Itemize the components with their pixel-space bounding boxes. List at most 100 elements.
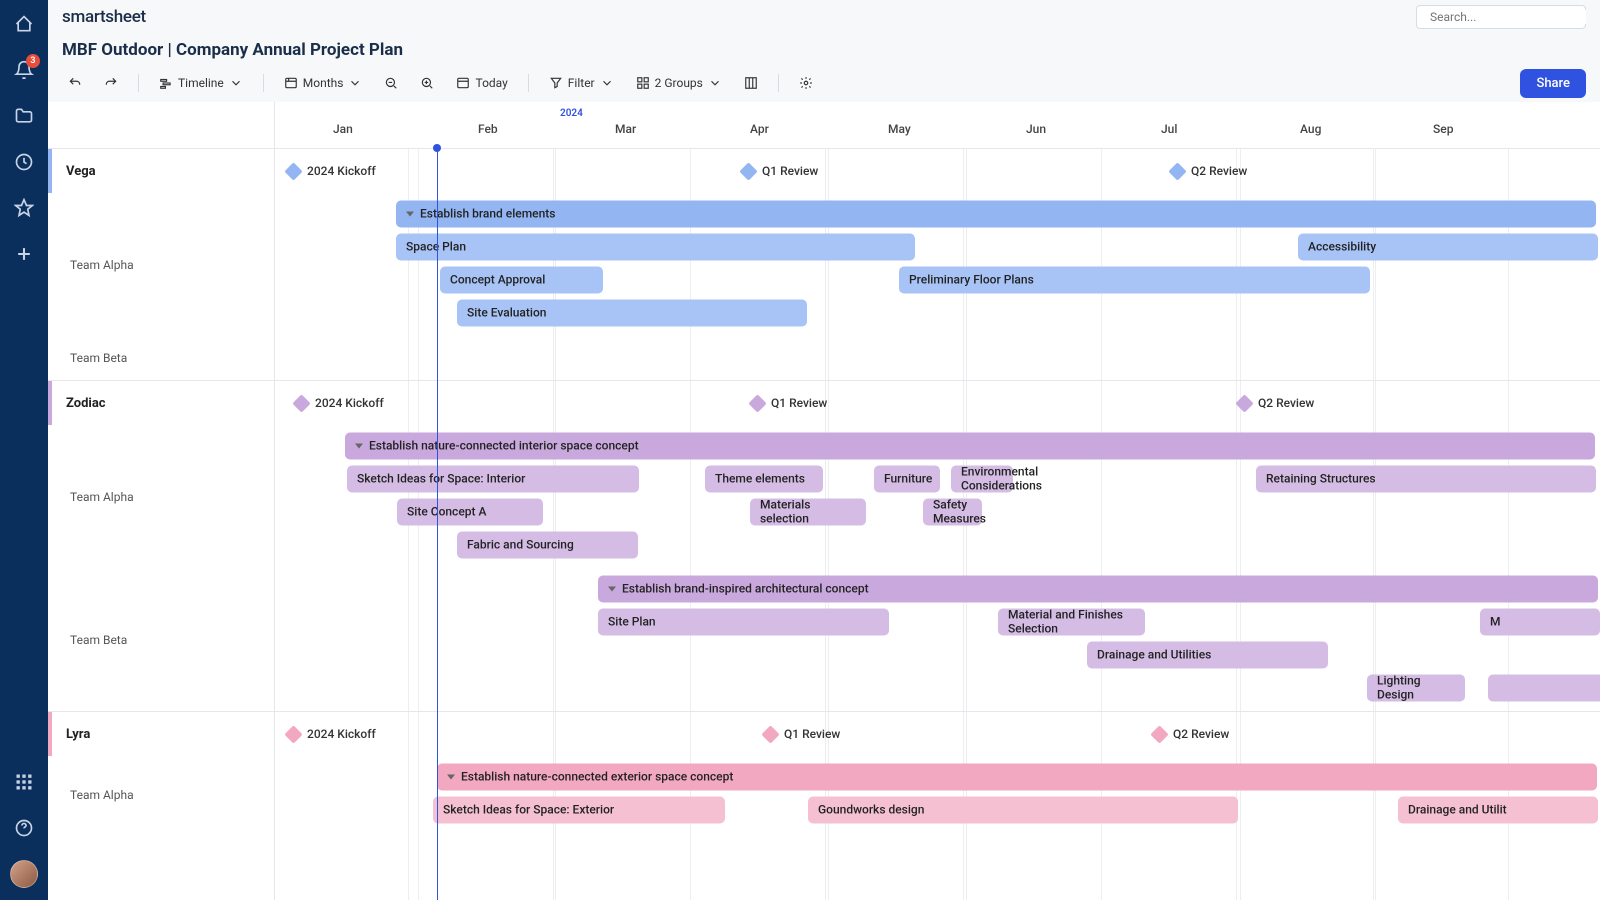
diamond-icon [284, 725, 302, 743]
milestone[interactable]: 2024 Kickoff [295, 396, 384, 410]
bar-label: Drainage and Utilities [1097, 648, 1211, 662]
milestone[interactable]: Q2 Review [1153, 727, 1229, 741]
group-header[interactable]: Vega [48, 149, 274, 193]
months-label: Months [303, 76, 344, 90]
logo: smartsheet [62, 7, 146, 27]
team-label: Team Beta [48, 336, 274, 380]
milestone-label: Q2 Review [1173, 727, 1229, 741]
task-bar[interactable]: Site Concept A [397, 498, 543, 525]
milestone[interactable]: Q1 Review [751, 396, 827, 410]
share-button[interactable]: Share [1520, 69, 1586, 98]
milestone[interactable]: Q1 Review [742, 164, 818, 178]
search-field[interactable] [1430, 10, 1586, 24]
summary-bar[interactable]: Establish brand-inspired architectural c… [598, 575, 1598, 602]
bar-label: Site Plan [608, 615, 656, 629]
task-bar[interactable]: Environmental Considerations [951, 465, 1013, 492]
milestone-label: 2024 Kickoff [307, 164, 376, 178]
task-bar[interactable]: Drainage and Utilit [1398, 796, 1598, 823]
divider [263, 74, 264, 92]
task-bar[interactable]: Preliminary Floor Plans [899, 266, 1370, 293]
group-header[interactable]: Lyra [48, 712, 274, 756]
divider [138, 74, 139, 92]
task-bar[interactable]: Sketch Ideas for Space: Interior [347, 465, 639, 492]
milestone[interactable]: Q1 Review [764, 727, 840, 741]
undo-button[interactable] [62, 72, 88, 94]
bar-label: Goundworks design [818, 803, 924, 817]
task-bar[interactable]: Accessibility [1298, 233, 1598, 260]
milestone-label: Q2 Review [1191, 164, 1247, 178]
task-bar[interactable]: Lighting Design [1367, 674, 1465, 701]
bar-label: Site Concept A [407, 505, 486, 519]
folder-icon[interactable] [10, 102, 38, 130]
filter-button[interactable]: Filter [543, 72, 620, 94]
group-header[interactable]: Zodiac [48, 381, 274, 425]
task-bar[interactable]: Site Evaluation [457, 299, 807, 326]
task-bar[interactable]: Theme elements [705, 465, 823, 492]
task-bar[interactable] [1488, 674, 1600, 701]
today-label: Today [475, 76, 507, 90]
month-label: Jan [333, 122, 353, 136]
milestone-label: Q1 Review [784, 727, 840, 741]
task-bar[interactable]: Materials selection [750, 498, 866, 525]
user-avatar[interactable] [10, 860, 38, 888]
team-label: Team Beta [48, 568, 274, 711]
milestone-label: 2024 Kickoff [315, 396, 384, 410]
milestone[interactable]: Q2 Review [1238, 396, 1314, 410]
bar-label: Preliminary Floor Plans [909, 273, 1034, 287]
chevron-down-icon [600, 76, 614, 90]
milestone[interactable]: 2024 Kickoff [287, 164, 376, 178]
bar-label: Lighting Design [1377, 674, 1455, 702]
bar-label: Establish brand-inspired architectural c… [622, 582, 869, 596]
zoom-out-button[interactable] [378, 72, 404, 94]
bar-label: Theme elements [715, 472, 805, 486]
redo-button[interactable] [98, 72, 124, 94]
task-bar[interactable]: Drainage and Utilities [1087, 641, 1328, 668]
bar-label: Sketch Ideas for Space: Interior [357, 472, 525, 486]
task-bar[interactable]: Furniture [874, 465, 940, 492]
notifications-icon[interactable]: 3 [10, 56, 38, 84]
summary-bar[interactable]: Establish nature-connected interior spac… [345, 432, 1595, 459]
home-icon[interactable] [10, 10, 38, 38]
bar-label: Materials selection [760, 498, 856, 526]
bar-label: M [1490, 615, 1501, 629]
milestone-label: Q2 Review [1258, 396, 1314, 410]
task-bar[interactable]: M [1480, 608, 1600, 635]
timeline-label: Timeline [178, 76, 224, 90]
summary-bar[interactable]: Establish brand elements [396, 200, 1596, 227]
team-label: Team Alpha [48, 425, 274, 568]
task-bar[interactable]: Sketch Ideas for Space: Exterior [433, 796, 725, 823]
help-icon[interactable] [10, 814, 38, 842]
favorites-icon[interactable] [10, 194, 38, 222]
milestone[interactable]: Q2 Review [1171, 164, 1247, 178]
task-bar[interactable]: Site Plan [598, 608, 889, 635]
columns-button[interactable] [738, 72, 764, 94]
task-bar[interactable]: Goundworks design [808, 796, 1238, 823]
bar-label: Accessibility [1308, 240, 1376, 254]
bar-label: Retaining Structures [1266, 472, 1376, 486]
bar-label: Drainage and Utilit [1408, 803, 1507, 817]
bar-label: Safety Measures [933, 498, 986, 526]
apps-icon[interactable] [10, 768, 38, 796]
axis-year: 2024 [560, 108, 583, 119]
scale-button[interactable]: Months [278, 72, 369, 94]
task-bar[interactable]: Retaining Structures [1256, 465, 1596, 492]
search-input[interactable] [1416, 5, 1586, 29]
recents-icon[interactable] [10, 148, 38, 176]
today-button[interactable]: Today [450, 72, 513, 94]
zoom-in-button[interactable] [414, 72, 440, 94]
settings-button[interactable] [793, 72, 819, 94]
task-bar[interactable]: Space Plan [396, 233, 915, 260]
task-bar[interactable]: Concept Approval [440, 266, 603, 293]
task-bar[interactable]: Fabric and Sourcing [457, 531, 638, 558]
chevron-down-icon [229, 76, 243, 90]
create-icon[interactable] [10, 240, 38, 268]
today-line [437, 148, 438, 900]
summary-bar[interactable]: Establish nature-connected exterior spac… [437, 763, 1597, 790]
groups-button[interactable]: 2 Groups [630, 72, 728, 94]
task-bar[interactable]: Material and Finishes Selection [998, 608, 1145, 635]
task-bar[interactable]: Safety Measures [923, 498, 982, 525]
timeline-view-button[interactable]: Timeline [153, 72, 249, 94]
timeline-axis: 2024 JanFebMarAprMayJunJulAugSep [275, 102, 1600, 148]
bar-label: Establish brand elements [420, 207, 555, 221]
milestone[interactable]: 2024 Kickoff [287, 727, 376, 741]
